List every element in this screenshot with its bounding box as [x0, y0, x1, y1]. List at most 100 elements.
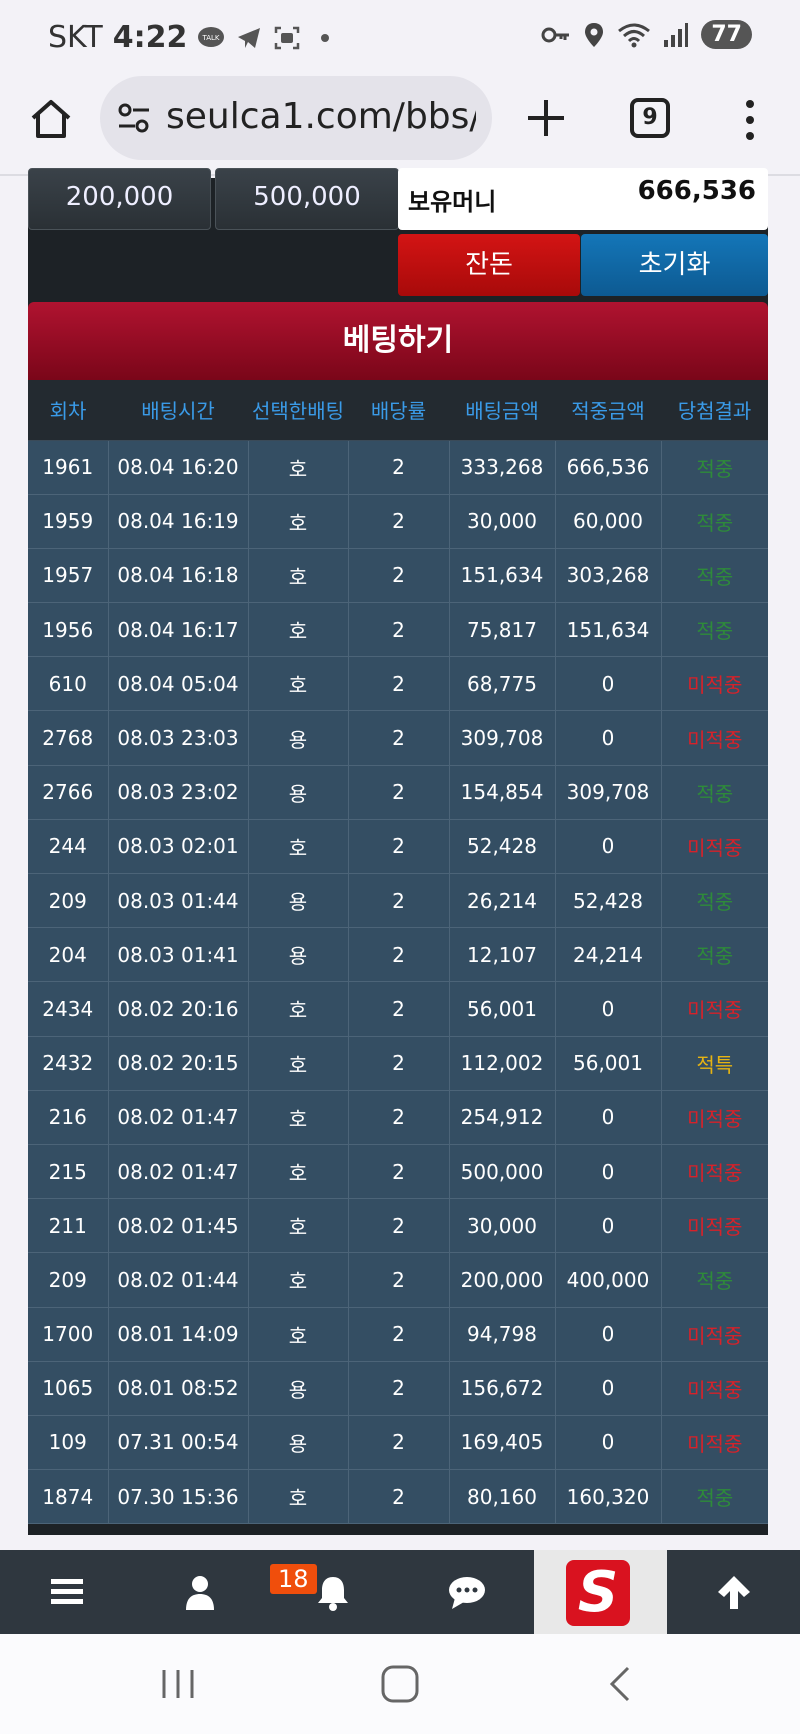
result-cell: 적중: [661, 1469, 768, 1525]
tab-switcher-button[interactable]: 9: [630, 98, 670, 138]
time-cell: 08.02 01:44: [108, 1252, 249, 1308]
time-cell: 08.03 01:44: [108, 873, 249, 929]
bet-amount-cell: 56,001: [449, 981, 556, 1037]
dot-icon: [321, 33, 330, 42]
round-cell: 2768: [28, 710, 109, 766]
result-cell: 적중: [661, 765, 768, 820]
pick-cell: 호: [248, 1090, 349, 1145]
table-row: 209 08.02 01:44 호 2 200,000 400,000 적중: [28, 1252, 768, 1308]
url-text[interactable]: seulca1.com/bbs/p: [166, 96, 476, 137]
nav-chat-button[interactable]: [400, 1550, 533, 1634]
time-cell: 07.30 15:36: [108, 1469, 249, 1525]
quick-amount-500000-button[interactable]: 500,000: [215, 168, 399, 230]
address-bar[interactable]: seulca1.com/bbs/p: [100, 76, 492, 160]
time-cell: 08.02 01:45: [108, 1198, 249, 1254]
nav-menu-button[interactable]: [0, 1550, 133, 1634]
table-row: 2766 08.03 23:02 용 2 154,854 309,708 적중: [28, 765, 768, 820]
nav-logo-button[interactable]: S: [534, 1550, 667, 1634]
reset-button[interactable]: 초기화: [581, 234, 768, 296]
new-tab-icon[interactable]: [524, 96, 568, 140]
home-icon[interactable]: [28, 96, 74, 142]
column-header-result: 당첨결과: [661, 380, 768, 441]
round-cell: 244: [28, 819, 109, 875]
win-amount-cell: 24,214: [555, 927, 662, 983]
result-cell: 적중: [661, 440, 768, 495]
table-row: 109 07.31 00:54 용 2 169,405 0 미적중: [28, 1415, 768, 1471]
bet-amount-cell: 200,000: [449, 1252, 556, 1308]
win-amount-cell: 0: [555, 819, 662, 875]
round-cell: 1959: [28, 494, 109, 549]
table-row: 1874 07.30 15:36 호 2 80,160 160,320 적중: [28, 1469, 768, 1525]
win-amount-cell: 0: [555, 1198, 662, 1254]
odds-cell: 2: [348, 494, 450, 549]
bet-amount-cell: 12,107: [449, 927, 556, 983]
home-nav-icon[interactable]: [378, 1662, 422, 1706]
odds-cell: 2: [348, 1198, 450, 1254]
svg-text:TALK: TALK: [202, 34, 220, 42]
time-cell: 08.03 02:01: [108, 819, 249, 875]
win-amount-cell: 666,536: [555, 440, 662, 495]
table-row: 1957 08.04 16:18 호 2 151,634 303,268 적중: [28, 548, 768, 604]
table-row: 204 08.03 01:41 용 2 12,107 24,214 적중: [28, 927, 768, 983]
time-cell: 08.03 23:02: [108, 765, 249, 820]
bet-amount-cell: 156,672: [449, 1361, 556, 1416]
user-icon: [185, 1576, 214, 1610]
pick-cell: 호: [248, 1036, 349, 1091]
win-amount-cell: 0: [555, 1361, 662, 1416]
pick-cell: 호: [248, 1144, 349, 1200]
win-amount-cell: 60,000: [555, 494, 662, 549]
app-bottom-nav: 18 S: [0, 1550, 800, 1634]
bet-amount-cell: 80,160: [449, 1469, 556, 1525]
result-cell: 미적중: [661, 1415, 768, 1471]
odds-cell: 2: [348, 548, 450, 604]
more-options-icon[interactable]: [740, 98, 760, 142]
result-cell: 미적중: [661, 710, 768, 766]
odds-cell: 2: [348, 656, 450, 712]
column-header-bet-amount: 배팅금액: [449, 380, 555, 441]
win-amount-cell: 303,268: [555, 548, 662, 604]
system-nav-bar: [0, 1634, 800, 1734]
time-cell: 08.02 20:15: [108, 1036, 249, 1091]
wifi-icon: [618, 23, 651, 47]
bet-amount-cell: 68,775: [449, 656, 556, 712]
site-logo: S: [566, 1560, 630, 1626]
bet-amount-cell: 309,708: [449, 710, 556, 766]
win-amount-cell: 309,708: [555, 765, 662, 820]
change-button[interactable]: 잔돈: [398, 234, 580, 296]
place-bet-button[interactable]: 베팅하기: [28, 302, 768, 380]
win-amount-cell: 0: [555, 981, 662, 1037]
status-right: 77: [541, 20, 752, 49]
round-cell: 1961: [28, 440, 109, 495]
back-icon[interactable]: [600, 1662, 644, 1706]
site-settings-icon[interactable]: [116, 100, 152, 136]
nav-scroll-top-button[interactable]: [667, 1550, 800, 1634]
odds-cell: 2: [348, 440, 450, 495]
recent-apps-icon[interactable]: [156, 1662, 200, 1706]
browser-toolbar: seulca1.com/bbs/p 9: [0, 76, 800, 176]
win-amount-cell: 0: [555, 1415, 662, 1471]
round-cell: 216: [28, 1090, 109, 1145]
win-amount-cell: 0: [555, 1090, 662, 1145]
pick-cell: 용: [248, 927, 349, 983]
time-cell: 08.01 08:52: [108, 1361, 249, 1416]
quick-amount-200000-button[interactable]: 200,000: [28, 168, 211, 230]
table-row: 2768 08.03 23:03 용 2 309,708 0 미적중: [28, 710, 768, 766]
bet-amount-cell: 26,214: [449, 873, 556, 929]
pick-cell: 용: [248, 1361, 349, 1416]
bet-amount-cell: 94,798: [449, 1307, 556, 1362]
table-row: 211 08.02 01:45 호 2 30,000 0 미적중: [28, 1198, 768, 1254]
win-amount-cell: 400,000: [555, 1252, 662, 1308]
column-header-win-amount: 적중금액: [555, 380, 661, 441]
result-cell: 미적중: [661, 1198, 768, 1254]
bet-amount-cell: 151,634: [449, 548, 556, 604]
round-cell: 209: [28, 1252, 109, 1308]
round-cell: 204: [28, 927, 109, 983]
odds-cell: 2: [348, 602, 450, 658]
round-cell: 610: [28, 656, 109, 712]
odds-cell: 2: [348, 1307, 450, 1362]
pick-cell: 호: [248, 494, 349, 549]
result-cell: 미적중: [661, 981, 768, 1037]
column-header-round: 회차: [28, 380, 108, 441]
result-cell: 미적중: [661, 1144, 768, 1200]
nav-user-button[interactable]: [133, 1550, 266, 1634]
